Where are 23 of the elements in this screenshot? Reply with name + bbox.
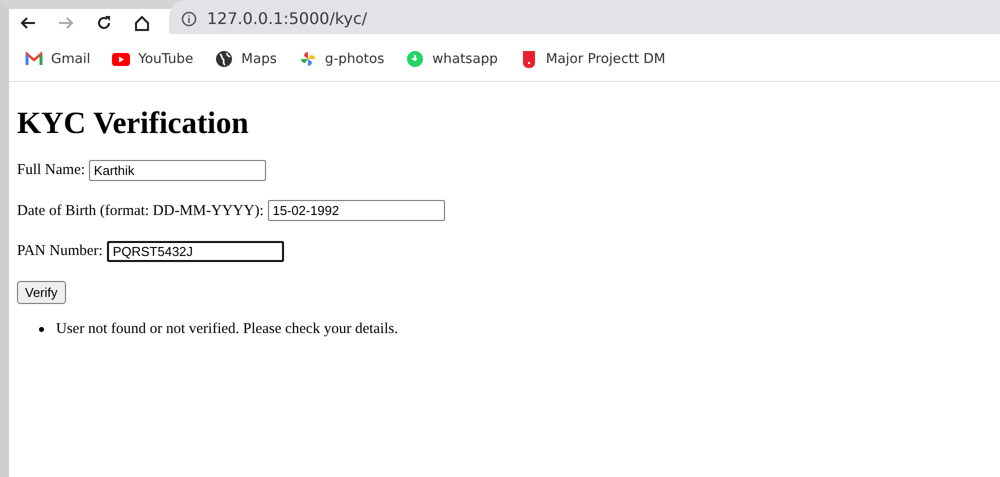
bullet-icon [39,326,44,332]
input-field[interactable]: PQRST5432J [106,240,284,262]
globe-icon [215,50,234,68]
bookmark-link[interactable]: Gmail [25,48,90,70]
chat-icon [406,50,424,68]
page-title: KYC Verification [17,104,250,142]
mail-icon [25,50,43,68]
play-icon [112,50,130,68]
error-message: User not found or not verified. Please check your details. [56,320,398,340]
bookmark-link[interactable]: whatsapp [406,48,498,70]
field-label: Date of Birth (format: DD-MM-YYYY): [17,202,264,221]
input-field[interactable]: Karthik [88,160,266,181]
bookmark-link[interactable]: Major Projectt DM [520,48,666,70]
pinwheel-icon [298,50,317,68]
bookmark-link[interactable]: Maps [215,48,277,70]
field-label: PAN Number: [17,242,103,262]
address-bar[interactable]: 127.0.0.1:5000/kyc/ [169,0,1000,34]
bookmark-link[interactable]: YouTube [112,48,194,70]
verify-button[interactable]: Verify [17,280,66,304]
info-icon [181,11,197,27]
bookmark-link[interactable]: g-photos [298,48,384,70]
field-label: Full Name: [17,161,85,180]
input-field[interactable]: 15-02-1992 [268,200,445,222]
